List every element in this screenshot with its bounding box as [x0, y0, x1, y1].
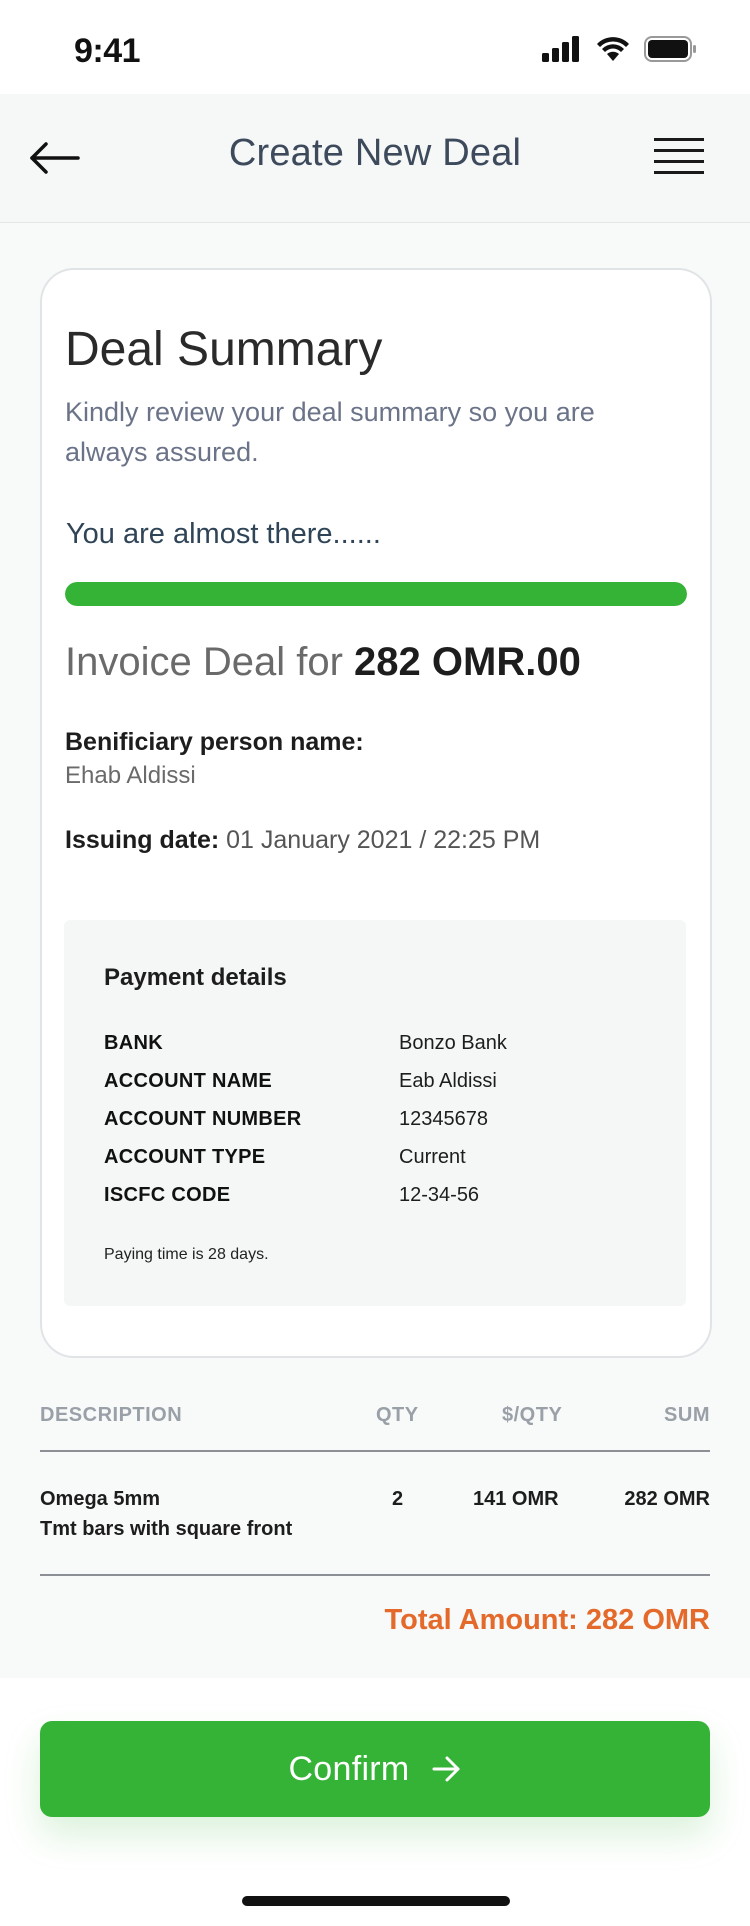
menu-button[interactable]: [654, 138, 704, 178]
progress-bar: [65, 582, 687, 606]
issuing-date-label: Issuing date:: [65, 826, 220, 854]
item-qty: 2: [392, 1488, 404, 1510]
payment-row-bank: BANK Bonzo Bank: [104, 1032, 664, 1062]
table-divider: [40, 1450, 710, 1452]
confirm-button[interactable]: Confirm: [40, 1721, 710, 1817]
column-header-price: $/QTY: [502, 1404, 563, 1426]
payment-key: ACCOUNT NAME: [104, 1070, 273, 1092]
beneficiary-label: Benificiary person name:: [65, 728, 364, 756]
confirm-button-label: Confirm: [288, 1749, 410, 1788]
wifi-icon: [597, 37, 629, 61]
status-bar: 9:41: [0, 0, 750, 94]
beneficiary-value: Ehab Aldissi: [65, 762, 196, 789]
payment-value: Eab Aldissi: [399, 1070, 497, 1092]
total-amount: Total Amount: 282 OMR: [384, 1604, 710, 1636]
summary-card: Deal Summary Kindly review your deal sum…: [40, 268, 712, 956]
invoice-line: Invoice Deal for 282 OMR.00: [65, 640, 581, 685]
status-time: 9:41: [74, 32, 141, 70]
item-unit-price: 141 OMR: [473, 1488, 559, 1510]
column-header-sum: SUM: [664, 1404, 710, 1426]
card-subtitle: Kindly review your deal summary so you a…: [65, 397, 595, 467]
invoice-amount: 282 OMR.00: [354, 640, 581, 684]
arrow-right-icon: [432, 1756, 460, 1782]
progress-fill: [65, 582, 687, 606]
table-divider: [40, 1574, 710, 1576]
item-description-line1: Omega 5mm: [40, 1488, 161, 1510]
payment-value: Current: [399, 1146, 466, 1168]
payment-key: ACCOUNT TYPE: [104, 1146, 266, 1168]
status-icons: [542, 36, 698, 62]
column-header-description: DESCRIPTION: [40, 1404, 183, 1426]
paying-time-note: Paying time is 28 days.: [104, 1246, 269, 1263]
signal-icon: [542, 36, 579, 62]
hamburger-menu-icon: [654, 138, 704, 174]
payment-row-account-number: ACCOUNT NUMBER 12345678: [104, 1108, 664, 1138]
invoice-prefix: Invoice Deal for: [65, 640, 355, 684]
payment-row-account-name: ACCOUNT NAME Eab Aldissi: [104, 1070, 664, 1100]
page-title: Create New Deal: [228, 132, 522, 174]
payment-row-iscfc-code: ISCFC CODE 12-34-56: [104, 1184, 664, 1214]
home-indicator: [242, 1896, 510, 1906]
column-header-qty: QTY: [376, 1404, 419, 1426]
item-description-line2: Tmt bars with square front: [40, 1518, 293, 1540]
issuing-date-value: 01 January 2021 / 22:25 PM: [219, 826, 541, 854]
navbar: Create New Deal: [0, 94, 750, 223]
battery-icon: [644, 36, 696, 62]
payment-key: ISCFC CODE: [104, 1184, 231, 1206]
item-sum: 282 OMR: [624, 1488, 710, 1510]
payment-key: ACCOUNT NUMBER: [104, 1108, 302, 1130]
payment-row-account-type: ACCOUNT TYPE Current: [104, 1146, 664, 1176]
payment-key: BANK: [104, 1032, 163, 1054]
payment-details-box: Payment details BANK Bonzo Bank ACCOUNT …: [64, 920, 686, 1306]
payment-value: Bonzo Bank: [399, 1032, 507, 1054]
progress-label: You are almost there......: [66, 518, 381, 550]
issuing-date-line: Issuing date: 01 January 2021 / 22:25 PM: [65, 826, 540, 855]
payment-value: 12345678: [399, 1108, 488, 1130]
payment-details-title: Payment details: [104, 964, 287, 991]
card-title: Deal Summary: [65, 323, 383, 376]
payment-value: 12-34-56: [399, 1184, 480, 1206]
